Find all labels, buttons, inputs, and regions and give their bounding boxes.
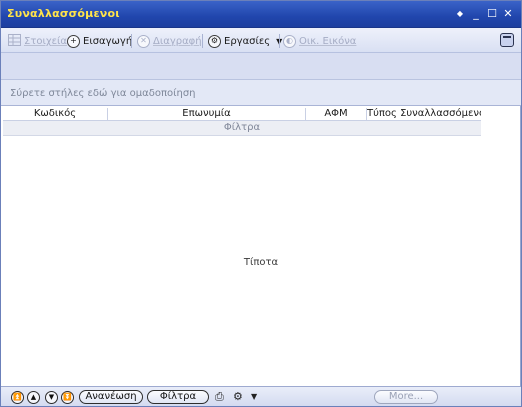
grid-header: Κωδικός Επωνυμία ΑΦΜ Τύπος Συναλλασσόμεν…: [3, 108, 481, 121]
filters-button[interactable]: Φίλτρα: [147, 390, 209, 404]
tasks-dropdown[interactable]: ⚙ Εργασίες ▼: [208, 32, 282, 50]
image-button[interactable]: ◐ Οικ. Εικόνα: [283, 32, 356, 50]
delete-label: Διαγραφή: [153, 35, 202, 47]
plus-icon: +: [67, 34, 80, 48]
image-icon: ◐: [283, 34, 296, 48]
toolbar-separator: [279, 34, 280, 48]
grid-icon: [8, 33, 21, 49]
empty-message: Τίποτα: [243, 257, 279, 268]
status-bar: ⏫ ▲ ▼ ⏬ Ανανέωση Φίλτρα ⎙ ⚙ ▼ More...: [1, 386, 521, 406]
delete-icon: ✕: [137, 34, 150, 48]
gear-icon: ⚙: [208, 34, 221, 48]
previous-icon[interactable]: ▲: [27, 391, 40, 404]
insert-button[interactable]: + Εισαγωγή: [67, 32, 132, 50]
group-by-panel[interactable]: Σύρετε στήλες εδώ για ομαδοποίηση: [1, 79, 521, 106]
delete-button[interactable]: ✕ Διαγραφή: [137, 32, 202, 50]
panel-icon: [503, 36, 511, 38]
first-page-icon[interactable]: ⏫: [11, 391, 24, 404]
details-label: Στοιχεία: [24, 35, 67, 47]
minimize-button[interactable]: _: [469, 7, 483, 21]
toolbar-separator: [131, 34, 132, 48]
refresh-button[interactable]: Ανανέωση: [79, 390, 143, 404]
export-icon[interactable]: ⚙: [233, 390, 243, 404]
more-button[interactable]: More...: [374, 390, 438, 404]
close-button[interactable]: ✕: [501, 7, 515, 21]
column-header-vat[interactable]: ΑΦΜ: [306, 108, 367, 121]
window-title: Συναλλασσόμενοι: [7, 7, 120, 20]
window: Συναλλασσόμενοι ◆ _ ☐ ✕ Στοιχεία + Εισαγ…: [0, 0, 522, 407]
image-label: Οικ. Εικόνα: [299, 35, 357, 47]
print-icon[interactable]: ⎙: [215, 390, 224, 404]
column-header-code[interactable]: Κωδικός: [3, 108, 108, 121]
panel-toggle-button[interactable]: [500, 33, 514, 47]
column-header-name[interactable]: Επωνυμία: [108, 108, 306, 121]
title-bar[interactable]: Συναλλασσόμενοι ◆ _ ☐ ✕: [1, 1, 521, 28]
group-by-hint: Σύρετε στήλες εδώ για ομαδοποίηση: [10, 88, 196, 99]
next-icon[interactable]: ▼: [45, 391, 58, 404]
pin-icon[interactable]: ◆: [453, 7, 467, 21]
toolbar-separator: [202, 34, 203, 48]
filter-row[interactable]: Φίλτρα: [3, 121, 481, 136]
toolbar-spacer: [1, 53, 521, 79]
toolbar: Στοιχεία + Εισαγωγή ✕ Διαγραφή ⚙ Εργασίε…: [1, 28, 521, 53]
data-grid[interactable]: Κωδικός Επωνυμία ΑΦΜ Τύπος Συναλλασσόμεν…: [1, 106, 521, 386]
chevron-down-icon[interactable]: ▼: [251, 390, 257, 404]
last-page-icon[interactable]: ⏬: [61, 391, 74, 404]
maximize-button[interactable]: ☐: [485, 7, 499, 21]
insert-label: Εισαγωγή: [83, 35, 133, 47]
tasks-label: Εργασίες: [224, 35, 271, 47]
details-button[interactable]: Στοιχεία: [8, 32, 67, 50]
column-header-type[interactable]: Τύπος Συναλλασσόμενου: [367, 108, 481, 121]
